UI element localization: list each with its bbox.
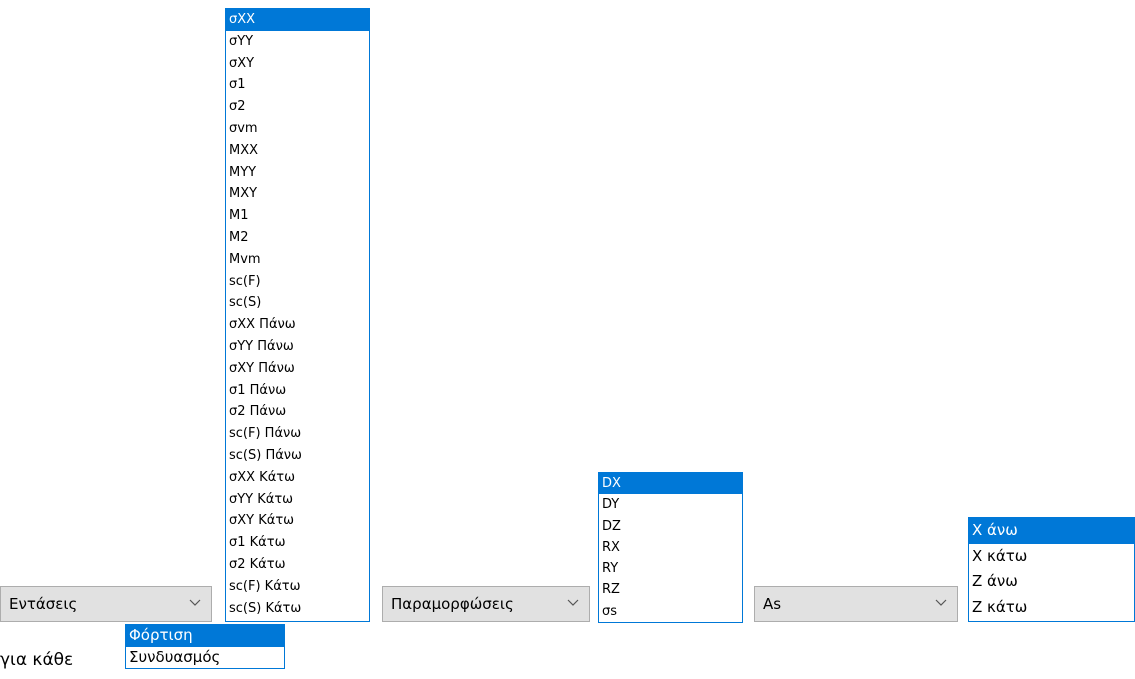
stress-type-option[interactable]: sc(S): [226, 292, 369, 314]
reinforcement-option[interactable]: Z άνω: [969, 569, 1134, 595]
deformation-type-option[interactable]: RY: [599, 558, 742, 579]
stress-type-option[interactable]: σXX: [226, 9, 369, 31]
chevron-down-icon: [189, 599, 201, 606]
stress-type-option[interactable]: σvm: [226, 118, 369, 140]
stress-type-option[interactable]: σ1 Πάνω: [226, 380, 369, 402]
stress-type-option[interactable]: MXX: [226, 140, 369, 162]
stress-type-option[interactable]: MYY: [226, 162, 369, 184]
stress-type-option[interactable]: Mvm: [226, 249, 369, 271]
reinforcement-option[interactable]: Z κάτω: [969, 595, 1134, 621]
stress-type-option[interactable]: σ2 Κάτω: [226, 554, 369, 576]
deformation-type-option[interactable]: RZ: [599, 579, 742, 600]
stress-type-option[interactable]: σXX Πάνω: [226, 314, 369, 336]
stress-type-option[interactable]: σYY Κάτω: [226, 489, 369, 511]
stress-type-option[interactable]: sc(F): [226, 271, 369, 293]
stress-type-option[interactable]: σ1: [226, 74, 369, 96]
deformation-type-option[interactable]: DZ: [599, 516, 742, 537]
stress-type-option[interactable]: σYY Πάνω: [226, 336, 369, 358]
stress-type-option[interactable]: σXY Κάτω: [226, 510, 369, 532]
load-type-list[interactable]: Φόρτιση Συνδυασμός: [125, 624, 285, 669]
stress-type-list[interactable]: σXX σYY σXY σ1 σ2 σvm MXX MYY MXY M1 M2 Mvm sc(F) sc(…: [225, 8, 370, 622]
stress-type-option[interactable]: M1: [226, 205, 369, 227]
stress-type-option[interactable]: MXY: [226, 183, 369, 205]
deformation-type-option[interactable]: DX: [599, 473, 742, 495]
stress-type-dropdown[interactable]: Εντάσεις: [0, 586, 212, 622]
stress-type-option[interactable]: σ2 Πάνω: [226, 401, 369, 423]
stress-type-option[interactable]: σ2: [226, 96, 369, 118]
stress-type-value: Εντάσεις: [9, 595, 78, 613]
chevron-down-icon: [935, 599, 947, 606]
load-type-option[interactable]: Συνδυασμός: [126, 647, 284, 669]
deformation-type-option[interactable]: DY: [599, 494, 742, 515]
stress-type-option[interactable]: sc(S) Κάτω: [226, 598, 369, 620]
stress-type-option[interactable]: sc(F) Πάνω: [226, 423, 369, 445]
reinforcement-option[interactable]: X άνω: [969, 518, 1134, 544]
stress-type-option[interactable]: sc(S) Πάνω: [226, 445, 369, 467]
for-each-label: για κάθε: [0, 650, 74, 670]
deformation-type-option[interactable]: RX: [599, 537, 742, 558]
reinforcement-option[interactable]: X κάτω: [969, 544, 1134, 570]
reinforcement-value: As: [763, 595, 782, 613]
stress-type-option[interactable]: sc(F) Κάτω: [226, 576, 369, 598]
deformation-type-value: Παραμορφώσεις: [391, 595, 514, 613]
reinforcement-list[interactable]: X άνω X κάτω Z άνω Z κάτω: [968, 517, 1135, 622]
stress-type-option[interactable]: σXY Πάνω: [226, 358, 369, 380]
stress-type-option[interactable]: σYY: [226, 31, 369, 53]
reinforcement-dropdown[interactable]: As: [754, 586, 958, 622]
stress-type-option[interactable]: σXY: [226, 53, 369, 75]
deformation-type-dropdown[interactable]: Παραμορφώσεις: [382, 586, 590, 622]
deformation-type-option[interactable]: σs: [599, 601, 742, 622]
stress-type-option[interactable]: M2: [226, 227, 369, 249]
stress-type-option[interactable]: σXX Κάτω: [226, 467, 369, 489]
load-type-option[interactable]: Φόρτιση: [126, 625, 284, 647]
stress-type-option[interactable]: σ1 Κάτω: [226, 532, 369, 554]
deformation-type-list[interactable]: DX DY DZ RX RY RZ σs: [598, 472, 743, 623]
chevron-down-icon: [567, 599, 579, 606]
